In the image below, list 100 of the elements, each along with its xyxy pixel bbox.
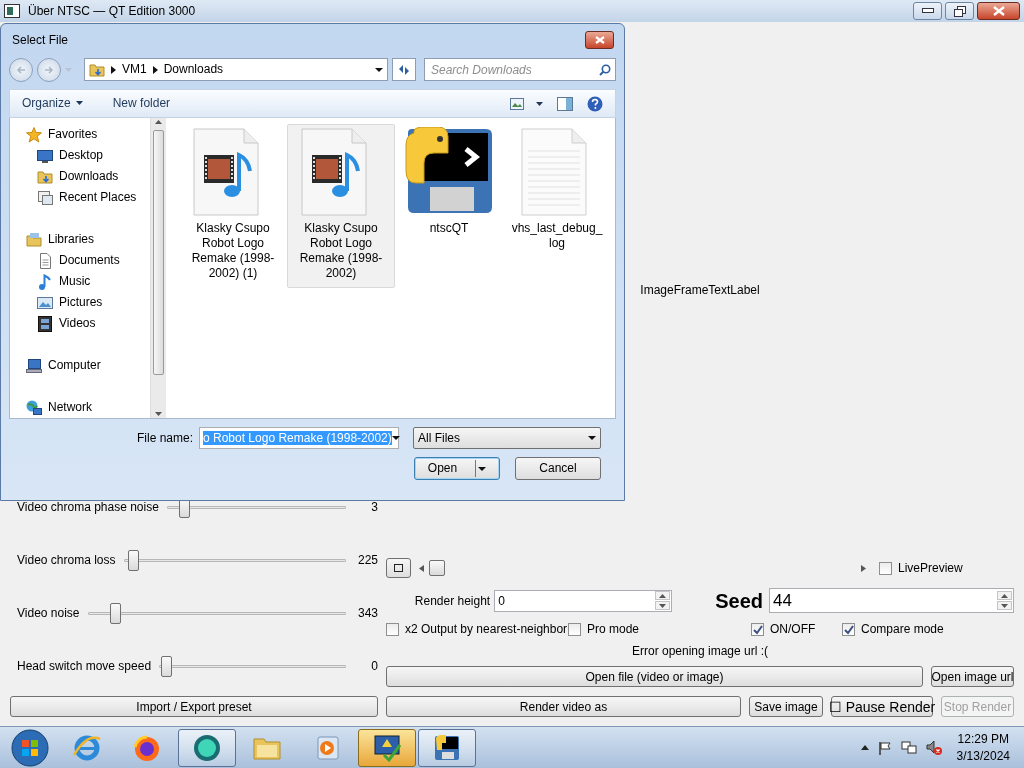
action-button[interactable]: Open image url	[931, 666, 1014, 687]
spin-down-icon[interactable]	[1001, 603, 1008, 608]
picture-icon	[37, 294, 53, 311]
view-options-button[interactable]	[510, 97, 543, 110]
toolbar-button[interactable]: Organize	[22, 96, 83, 111]
checkbox[interactable]	[842, 622, 855, 636]
vertical-scrollbar[interactable]	[150, 118, 166, 418]
action-button[interactable]: Render video as	[386, 696, 741, 717]
taskbar-app[interactable]	[358, 728, 416, 767]
square-icon	[394, 564, 403, 573]
checkbox[interactable]	[386, 622, 399, 636]
spin-box[interactable]: 0	[494, 589, 673, 612]
breadcrumb-link[interactable]: VM1	[122, 62, 147, 77]
cancel-button[interactable]: Cancel	[515, 457, 601, 480]
picture-icon	[510, 97, 524, 110]
chevron-icon	[152, 65, 158, 74]
toggle-button[interactable]	[386, 558, 411, 579]
checkbox[interactable]	[568, 622, 581, 636]
file-item[interactable]: Klasky Csupo Robot Logo Remake (1998-2002)	[287, 124, 395, 288]
restore-button[interactable]	[945, 2, 974, 20]
timeline-scrollbar[interactable]	[419, 559, 867, 577]
refresh-button[interactable]	[392, 58, 416, 81]
slider-thumb[interactable]	[127, 550, 139, 571]
slider-value: 3	[370, 500, 378, 515]
file-type-dropdown[interactable]: All Files	[413, 427, 601, 449]
close-button[interactable]	[977, 2, 1020, 20]
slider-track[interactable]	[123, 550, 346, 571]
close-icon	[992, 6, 1005, 16]
action-button[interactable]: ☐ Pause Render	[831, 696, 933, 717]
caret-icon	[536, 101, 543, 106]
nav-item[interactable]: Computer	[10, 355, 150, 376]
close-icon	[594, 36, 605, 44]
nav-item[interactable]: Desktop	[10, 145, 150, 166]
nav-item[interactable]: Videos	[10, 313, 150, 334]
spin-up-icon[interactable]	[659, 593, 667, 598]
nav-item[interactable]: Pictures	[10, 292, 150, 313]
file-item[interactable]: ntscQT	[395, 124, 503, 243]
search-box[interactable]: Search Downloads	[424, 58, 616, 81]
speaker-muted-icon[interactable]	[925, 739, 942, 756]
slider-label: Video chroma loss	[17, 553, 116, 568]
preview-pane-button[interactable]	[557, 96, 573, 111]
field-label: Render height	[414, 593, 491, 608]
seed-label: Seed	[715, 588, 763, 613]
caret-icon	[75, 101, 83, 106]
checkbox-label: ON/OFF	[770, 622, 816, 637]
spin-up-icon[interactable]	[1001, 593, 1008, 598]
checkmark-icon	[843, 623, 854, 635]
slider-value: 343	[356, 606, 378, 621]
open-button[interactable]: Open	[414, 457, 500, 480]
dropdown-caret-icon	[391, 436, 400, 440]
scroll-right-icon	[861, 564, 867, 572]
render-height-field[interactable]: 0	[495, 590, 656, 611]
show-hidden-icons-icon[interactable]	[860, 745, 869, 750]
dropdown-caret-icon	[588, 436, 596, 440]
start-button[interactable]	[10, 727, 50, 768]
taskbar-app[interactable]	[418, 728, 476, 767]
chevron-icon	[111, 65, 116, 74]
minimize-button[interactable]	[913, 2, 942, 20]
file-item[interactable]: vhs_last_debug_log	[503, 124, 611, 258]
left-arrow-icon	[16, 65, 26, 74]
slider-label: Video chroma phase noise	[17, 500, 159, 515]
breadcrumb-link[interactable]: Downloads	[163, 62, 224, 77]
slider-track[interactable]	[87, 603, 346, 624]
preset-button[interactable]: Import / Export preset	[10, 696, 378, 717]
restore-icon	[953, 5, 966, 17]
nav-item[interactable]: Documents	[10, 250, 150, 271]
slider-thumb[interactable]	[109, 603, 121, 624]
close-button[interactable]	[585, 31, 614, 49]
pane-icon	[557, 96, 573, 111]
monitor-icon	[37, 147, 53, 164]
help-button[interactable]	[587, 95, 603, 112]
flag-icon[interactable]	[877, 740, 892, 755]
address-bar[interactable]: VM1 Downloads	[84, 58, 388, 81]
history-caret-icon	[65, 67, 72, 72]
file-item[interactable]: Klasky Csupo Robot Logo Remake (1998-2002) (1)	[179, 124, 287, 288]
checkbox[interactable]	[879, 561, 892, 575]
nav-item[interactable]: Network	[10, 397, 150, 418]
checkbox[interactable]	[751, 622, 764, 636]
action-button[interactable]: Save image	[749, 696, 823, 717]
clock[interactable]: 12:29 PM 3/13/2024	[956, 730, 1010, 765]
toolbar-button[interactable]: New folder	[112, 96, 171, 111]
nav-item[interactable]: Music	[10, 271, 150, 292]
network-icon[interactable]	[900, 740, 917, 755]
slider-thumb[interactable]	[160, 656, 172, 677]
slider-value: 225	[356, 553, 378, 568]
checkbox-label: Compare mode	[861, 622, 944, 637]
nav-item[interactable]: Recent Places	[10, 187, 150, 208]
caret-icon	[478, 466, 487, 471]
nav-item[interactable]: Favorites	[10, 124, 150, 145]
nav-item[interactable]: Downloads	[10, 166, 150, 187]
slider-track[interactable]	[159, 656, 346, 677]
monitor-check-icon	[372, 732, 402, 763]
spin-down-icon[interactable]	[659, 603, 667, 608]
folder-icon	[89, 61, 105, 78]
nav-item[interactable]: Libraries	[10, 229, 150, 250]
slider-label: Head switch move speed	[17, 659, 152, 674]
action-button[interactable]: Open file (video or image)	[386, 666, 923, 687]
film-icon	[37, 315, 53, 332]
scroll-thumb[interactable]	[429, 559, 445, 576]
music-note-icon	[37, 273, 53, 290]
